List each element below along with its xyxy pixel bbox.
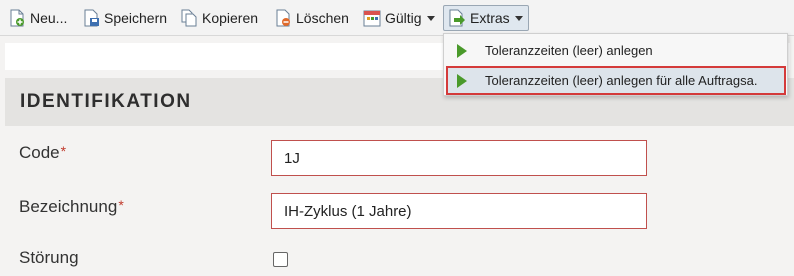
menu-item-label: Toleranzzeiten (leer) anlegen — [485, 43, 653, 58]
description-field[interactable]: IH-Zyklus (1 Jahre) — [271, 193, 647, 229]
code-label-text: Code — [19, 143, 60, 162]
delete-button-label: Löschen — [296, 10, 349, 26]
extras-menu: Toleranzzeiten (leer) anlegen Toleranzze… — [443, 33, 788, 96]
extras-dropdown-label: Extras — [470, 10, 510, 26]
calendar-icon — [363, 9, 381, 27]
new-document-icon — [8, 9, 26, 27]
play-icon — [457, 43, 467, 58]
menu-item-create-tolerance-times[interactable]: Toleranzzeiten (leer) anlegen — [448, 38, 784, 63]
extras-icon — [448, 9, 466, 27]
new-button[interactable]: Neu... — [4, 5, 71, 31]
required-marker: * — [60, 143, 67, 159]
required-marker: * — [118, 197, 124, 213]
menu-item-label: Toleranzzeiten (leer) anlegen für alle A… — [485, 73, 758, 88]
extras-dropdown-button[interactable]: Extras — [443, 5, 529, 31]
save-button[interactable]: Speichern — [78, 5, 171, 31]
toolbar: Neu... Speichern Kopieren Löschen Gültig… — [0, 0, 794, 36]
description-field-value: IH-Zyklus (1 Jahre) — [284, 202, 412, 220]
save-icon — [82, 9, 100, 27]
code-field-value: 1J — [284, 149, 300, 167]
section-title: IDENTIFIKATION — [20, 91, 192, 112]
save-button-label: Speichern — [104, 10, 168, 26]
chevron-down-icon — [426, 15, 435, 21]
valid-dropdown-label: Gültig — [385, 10, 422, 26]
delete-button[interactable]: Löschen — [270, 5, 353, 31]
chevron-down-icon — [514, 15, 523, 21]
valid-dropdown-button[interactable]: Gültig — [359, 5, 439, 31]
copy-icon — [180, 9, 198, 27]
fault-checkbox[interactable] — [273, 252, 288, 267]
description-label: Bezeichnung* — [19, 197, 124, 217]
code-field[interactable]: 1J — [271, 140, 647, 176]
menu-item-create-tolerance-times-all-orders[interactable]: Toleranzzeiten (leer) anlegen für alle A… — [446, 66, 786, 95]
copy-button[interactable]: Kopieren — [176, 5, 262, 31]
play-icon — [457, 73, 467, 88]
new-button-label: Neu... — [30, 10, 68, 26]
copy-button-label: Kopieren — [202, 10, 259, 26]
fault-label: Störung — [19, 248, 79, 267]
code-label: Code* — [19, 143, 66, 163]
description-label-text: Bezeichnung — [19, 197, 118, 216]
delete-icon — [274, 9, 292, 27]
